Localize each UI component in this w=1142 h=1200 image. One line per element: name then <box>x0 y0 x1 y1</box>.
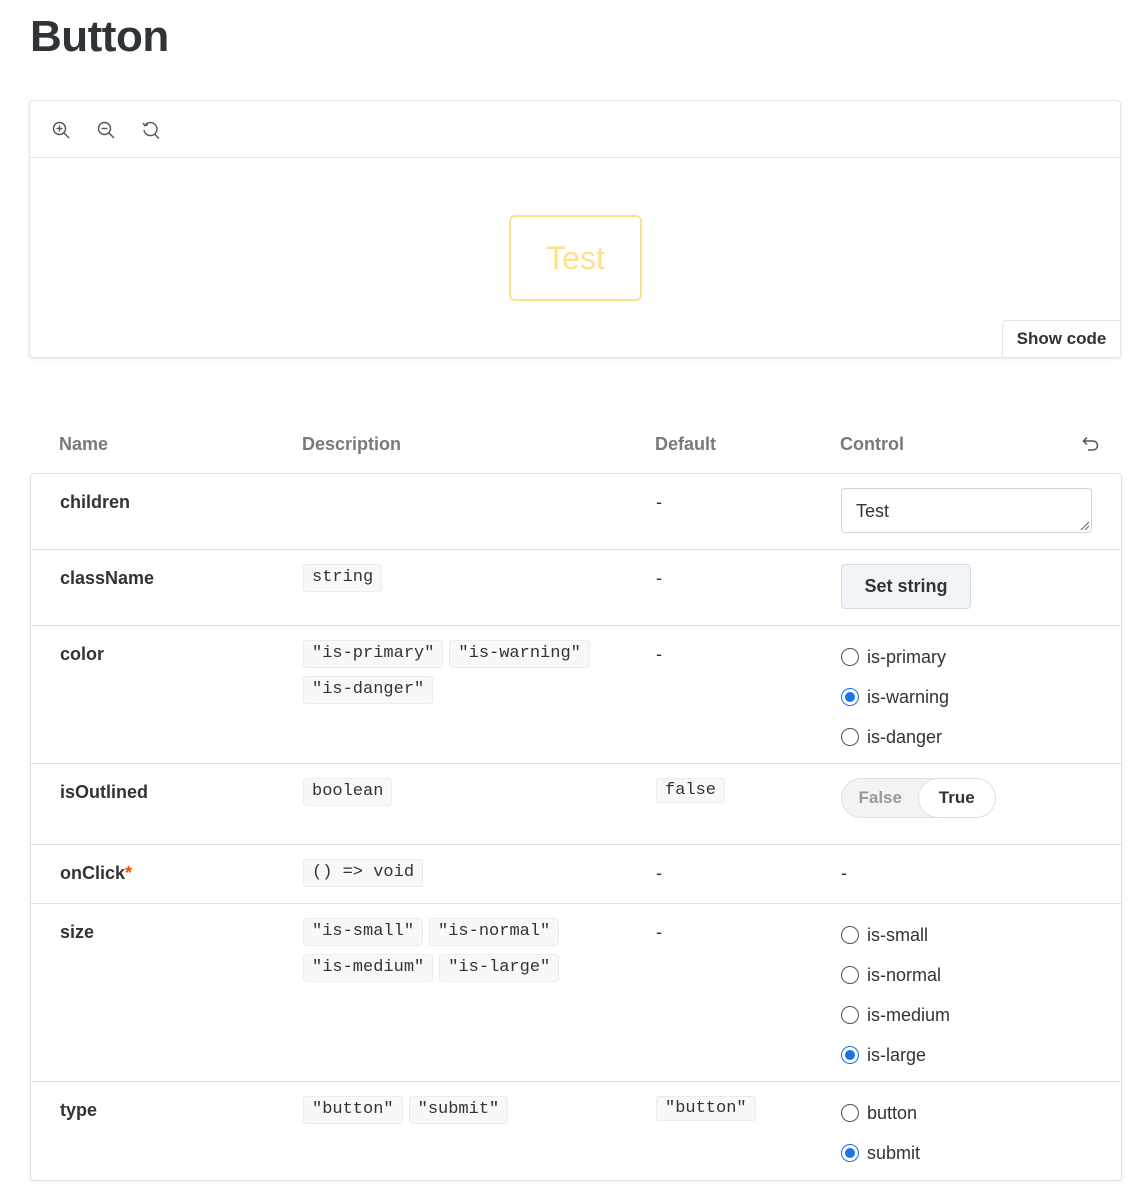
radio-submit[interactable]: submit <box>841 1142 920 1164</box>
header-name: Name <box>59 434 109 454</box>
undo-icon[interactable] <box>1078 432 1102 456</box>
radio-circle[interactable] <box>841 966 859 984</box>
radio-label: is-normal <box>867 964 942 985</box>
set-string-button[interactable]: Set string <box>841 564 971 609</box>
radio-is-warning[interactable]: is-warning <box>841 686 949 708</box>
arg-default: - <box>656 863 662 883</box>
toggle-false[interactable]: False <box>842 779 919 817</box>
show-code-button[interactable]: Show code <box>1002 320 1120 357</box>
reset-zoom-icon[interactable] <box>139 118 163 142</box>
arg-default: - <box>656 644 662 664</box>
page-title: Button <box>30 12 169 61</box>
radio-is-normal[interactable]: is-normal <box>841 964 950 986</box>
radio-label: is-small <box>867 924 928 945</box>
table-row: children - Test <box>31 474 1121 550</box>
type-radio-group: button submit <box>841 1096 920 1164</box>
arg-default: - <box>656 922 662 942</box>
zoom-out-icon[interactable] <box>94 118 118 142</box>
arg-name-text: onClick <box>60 863 126 883</box>
radio-button[interactable]: button <box>841 1102 920 1124</box>
arg-name: children <box>60 492 131 512</box>
header-control: Control <box>840 434 904 454</box>
radio-is-medium[interactable]: is-medium <box>841 1004 950 1026</box>
arg-name: size <box>60 922 95 942</box>
radio-circle[interactable] <box>841 1104 859 1122</box>
arg-default: "button" <box>656 1096 756 1121</box>
type-chip: string <box>303 564 383 592</box>
radio-label: is-danger <box>867 726 943 747</box>
canvas-panel: Test Show code <box>29 100 1121 358</box>
type-chip: "is-medium" <box>303 954 434 982</box>
children-text-input[interactable]: Test <box>841 488 1092 533</box>
table-row: className string - Set string <box>31 550 1121 626</box>
args-table: children - Test className string - Set s… <box>30 473 1122 1181</box>
args-table-header: Name Description Default Control <box>30 420 1122 474</box>
radio-circle[interactable] <box>841 728 859 746</box>
radio-circle-checked[interactable] <box>841 1046 859 1064</box>
type-chip: "is-danger" <box>303 676 434 704</box>
radio-circle[interactable] <box>841 926 859 944</box>
arg-name: onClick* <box>60 863 132 884</box>
table-row: size "is-small" "is-normal" "is-medium" … <box>31 904 1121 1082</box>
zoom-in-icon[interactable] <box>49 118 73 142</box>
header-description: Description <box>302 434 402 454</box>
radio-label: is-primary <box>867 646 946 667</box>
type-chip: "button" <box>303 1096 403 1124</box>
table-row: isOutlined boolean false False True <box>31 764 1121 845</box>
arg-name: color <box>60 644 105 664</box>
radio-circle[interactable] <box>841 1006 859 1024</box>
radio-label: is-large <box>867 1044 927 1065</box>
type-chip: "is-small" <box>303 918 424 946</box>
type-chip: "submit" <box>408 1096 509 1124</box>
arg-default: false <box>656 778 726 803</box>
header-default: Default <box>655 434 717 454</box>
type-chip: () => void <box>303 859 424 887</box>
children-text-value: Test <box>856 501 890 521</box>
radio-is-small[interactable]: is-small <box>841 924 950 946</box>
color-radio-group: is-primary is-warning is-danger <box>841 640 949 748</box>
radio-circle-checked[interactable] <box>841 688 859 706</box>
radio-circle-checked[interactable] <box>841 1144 859 1162</box>
radio-is-primary[interactable]: is-primary <box>841 646 949 668</box>
table-row: onClick* () => void - - <box>31 845 1121 904</box>
type-chip: "is-primary" <box>303 640 444 668</box>
size-radio-group: is-small is-normal is-medium is-large <box>841 918 950 1066</box>
toggle-true[interactable]: True <box>918 779 995 817</box>
resize-grip-icon[interactable] <box>1079 520 1089 530</box>
required-mark: * <box>125 863 133 883</box>
arg-name: isOutlined <box>60 782 149 802</box>
arg-default: - <box>656 492 662 512</box>
radio-label: is-warning <box>867 686 950 707</box>
radio-label: is-medium <box>867 1004 951 1025</box>
radio-label: submit <box>867 1142 921 1163</box>
arg-name: className <box>60 568 155 588</box>
radio-label: button <box>867 1102 918 1123</box>
type-chip: boolean <box>303 778 393 806</box>
radio-circle[interactable] <box>841 648 859 666</box>
type-chip: "is-large" <box>439 954 560 982</box>
table-row: type "button" "submit" "button" button s… <box>31 1082 1121 1180</box>
radio-is-danger[interactable]: is-danger <box>841 726 949 748</box>
radio-is-large[interactable]: is-large <box>841 1044 950 1066</box>
table-row: color "is-primary" "is-warning" "is-dang… <box>31 626 1121 764</box>
arg-control-empty: - <box>841 863 847 883</box>
arg-default: - <box>656 568 662 588</box>
type-chip: "is-normal" <box>429 918 560 946</box>
canvas-toolbar <box>30 101 1120 158</box>
arg-name: type <box>60 1100 98 1120</box>
preview-area: Test Show code <box>30 158 1120 357</box>
preview-test-button[interactable]: Test <box>509 215 642 301</box>
boolean-toggle: False True <box>841 778 996 818</box>
type-chip: "is-warning" <box>449 640 590 668</box>
